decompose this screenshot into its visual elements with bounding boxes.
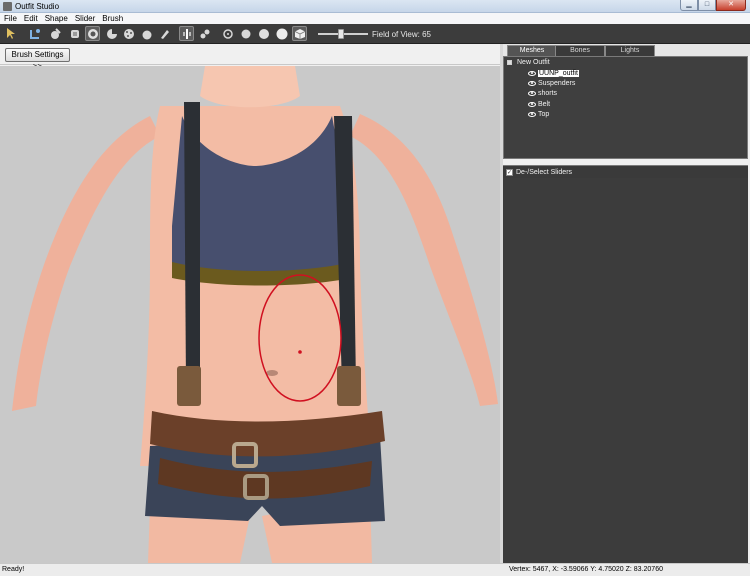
inflate-brush-icon xyxy=(70,29,79,38)
neck xyxy=(200,66,300,108)
suspender-left xyxy=(184,102,200,386)
mask-brush-icon xyxy=(50,27,61,39)
inflate-brush[interactable] xyxy=(67,26,82,41)
clip-right xyxy=(337,366,361,406)
alpha-brush-icon xyxy=(182,28,191,39)
brush-settings-button[interactable]: Brush Settings >> xyxy=(5,48,70,71)
eye-icon[interactable] xyxy=(528,112,536,117)
smooth-brush-icon xyxy=(123,28,134,39)
weight-brush-icon xyxy=(142,30,151,39)
cursor-icon xyxy=(7,28,15,39)
maximize-button[interactable]: □ xyxy=(698,0,716,11)
mesh-item-label: Top xyxy=(538,111,550,118)
mesh-item-label: Belt xyxy=(538,101,551,108)
mesh-item-top[interactable]: Top xyxy=(528,110,549,119)
transform-tool[interactable] xyxy=(27,26,42,41)
menu-file[interactable]: File xyxy=(4,13,22,24)
right-panel-tabs: Meshes Bones Lights xyxy=(503,44,750,56)
brush-cursor-center xyxy=(298,350,302,354)
eye-icon[interactable] xyxy=(528,81,536,86)
color-brush-icon xyxy=(160,29,169,39)
xlarge-circle-icon xyxy=(276,28,287,39)
connected-only-toggle[interactable] xyxy=(197,26,212,41)
tree-root[interactable]: New Outfit xyxy=(507,59,550,66)
large-circle-icon xyxy=(258,28,269,39)
minimize-icon: ▁ xyxy=(686,1,692,8)
eye-icon[interactable] xyxy=(528,102,536,107)
deflate-brush[interactable] xyxy=(85,26,100,41)
model-render xyxy=(12,66,498,563)
close-icon: ✕ xyxy=(728,1,734,8)
mesh-tree: New Outfit UUNP_outfit Suspenders shorts… xyxy=(503,56,748,159)
transform-icon xyxy=(29,28,40,39)
status-message: Ready! xyxy=(2,566,25,573)
close-button[interactable]: ✕ xyxy=(716,0,746,11)
tab-meshes[interactable]: Meshes xyxy=(507,45,557,56)
title-bar: Outfit Studio ▁ □ ✕ xyxy=(0,0,750,13)
mesh-item-shorts[interactable]: shorts xyxy=(528,89,557,98)
minimize-button[interactable]: ▁ xyxy=(680,0,698,11)
left-arm xyxy=(12,116,160,411)
fov-slider-thumb[interactable] xyxy=(338,29,344,39)
toolbar: Field of View: 65 xyxy=(0,24,750,44)
mesh-view-toggle[interactable] xyxy=(292,26,307,41)
menu-shape[interactable]: Shape xyxy=(45,13,73,24)
vertex-readout: Vertex: 5467, X: -3.59066 Y: 4.75020 Z: … xyxy=(509,566,663,573)
brush-size-small[interactable] xyxy=(220,26,235,41)
cube-icon xyxy=(294,28,305,39)
medium-circle-icon xyxy=(241,29,250,38)
tab-lights[interactable]: Lights xyxy=(605,45,655,56)
window-controls: ▁ □ ✕ xyxy=(680,0,746,12)
deflate-brush-icon xyxy=(87,28,98,39)
small-circle-icon xyxy=(222,28,233,39)
menu-slider[interactable]: Slider xyxy=(75,13,100,24)
mesh-item-label: shorts xyxy=(538,90,558,97)
mask-brush[interactable] xyxy=(47,26,62,41)
weight-brush[interactable] xyxy=(139,26,154,41)
eye-icon[interactable] xyxy=(528,71,536,76)
menu-edit[interactable]: Edit xyxy=(24,13,43,24)
select-tool[interactable] xyxy=(3,26,18,41)
navel xyxy=(266,370,278,376)
tree-root-label: New Outfit xyxy=(517,59,550,66)
brush-size-xlarge[interactable] xyxy=(274,26,289,41)
brush-size-medium[interactable] xyxy=(238,26,253,41)
move-brush-icon xyxy=(106,28,117,39)
maximize-icon: □ xyxy=(704,1,710,8)
sliders-header: ✓ De-/Select Sliders xyxy=(503,165,748,178)
menu-brush[interactable]: Brush xyxy=(102,13,128,24)
3d-viewport[interactable] xyxy=(0,66,500,563)
sliders-list xyxy=(503,178,748,563)
sliders-header-label: De-/Select Sliders xyxy=(516,168,573,176)
color-brush[interactable] xyxy=(157,26,172,41)
brush-size-large[interactable] xyxy=(256,26,271,41)
connected-icon xyxy=(200,29,209,38)
mesh-item-label: Suspenders xyxy=(538,80,576,87)
tab-bones[interactable]: Bones xyxy=(555,45,605,56)
clip-left xyxy=(177,366,201,406)
fov-label: Field of View: 65 xyxy=(372,30,431,39)
alpha-brush[interactable] xyxy=(179,26,194,41)
app-icon xyxy=(3,2,12,11)
window-title: Outfit Studio xyxy=(15,2,60,11)
brush-settings-bar: Brush Settings >> xyxy=(0,45,500,71)
menu-bar: File Edit Shape Slider Brush xyxy=(0,13,750,24)
mesh-item-label: UUNP_outfit xyxy=(538,70,579,77)
status-bar: Ready! Vertex: 5467, X: -3.59066 Y: 4.75… xyxy=(0,563,750,576)
select-all-sliders-checkbox[interactable]: ✓ xyxy=(506,168,513,176)
mesh-item-uunp-outfit[interactable]: UUNP_outfit xyxy=(528,69,579,78)
eye-icon[interactable] xyxy=(528,91,536,96)
move-brush[interactable] xyxy=(104,26,119,41)
smooth-brush[interactable] xyxy=(121,26,136,41)
collapse-icon[interactable] xyxy=(507,60,512,65)
mesh-item-suspenders[interactable]: Suspenders xyxy=(528,79,575,88)
right-arm xyxy=(350,114,498,406)
mesh-item-belt[interactable]: Belt xyxy=(528,100,550,109)
